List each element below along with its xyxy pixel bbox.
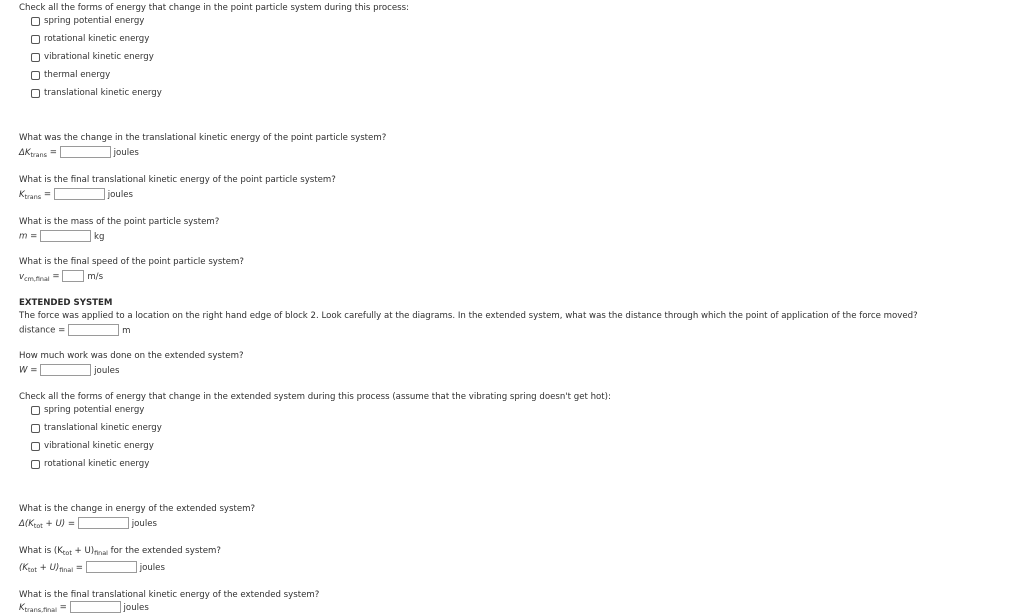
checkbox[interactable] xyxy=(31,441,40,451)
question-final-energy-extended: What is (Ktot + U)final for the extended… xyxy=(19,546,221,557)
unit-label: joules xyxy=(107,189,133,200)
checkbox[interactable] xyxy=(31,405,40,415)
unit-label: kg xyxy=(94,231,105,242)
vcm-input[interactable] xyxy=(62,270,85,282)
answer-row-vcm: vcm,final = m/s xyxy=(19,270,103,283)
answer-row-ktrans: Ktrans = joules xyxy=(19,188,133,201)
option-row[interactable]: translational kinetic energy xyxy=(31,423,162,433)
checkbox[interactable] xyxy=(31,459,40,469)
variable-label: m xyxy=(19,231,28,242)
final-energy-input[interactable] xyxy=(85,561,137,573)
option-label: translational kinetic energy xyxy=(44,423,162,433)
equals-sign: = xyxy=(59,602,67,613)
equals-sign: = xyxy=(52,271,60,282)
question-delta-energy-extended: What is the change in energy of the exte… xyxy=(19,504,256,514)
variable-label: (Ktot + U)final = xyxy=(19,562,83,574)
checkbox[interactable] xyxy=(31,423,40,433)
option-label: rotational kinetic energy xyxy=(44,34,150,44)
variable-label: ΔKtrans xyxy=(19,147,47,159)
delta-energy-input[interactable] xyxy=(77,517,129,529)
option-row[interactable]: thermal energy xyxy=(31,70,110,80)
option-row[interactable]: rotational kinetic energy xyxy=(31,34,149,44)
answer-row-final-energy: (Ktot + U)final = joules xyxy=(19,561,165,574)
work-input[interactable] xyxy=(40,364,92,376)
option-label: translational kinetic energy xyxy=(44,88,162,98)
unit-label: joules xyxy=(123,602,149,613)
checkbox[interactable] xyxy=(31,16,40,26)
answer-row-final-trans: Ktrans,final = joules xyxy=(19,601,149,614)
unit-label: m/s xyxy=(87,271,104,282)
answer-row-delta-ktrans: ΔKtrans = joules xyxy=(19,146,139,159)
option-label: spring potential energy xyxy=(44,16,145,26)
checkbox[interactable] xyxy=(31,34,40,44)
question-mass: What is the mass of the point particle s… xyxy=(19,217,220,227)
option-row[interactable]: translational kinetic energy xyxy=(31,88,162,98)
question-final-trans-extended: What is the final translational kinetic … xyxy=(19,590,320,600)
question-vcm: What is the final speed of the point par… xyxy=(19,257,244,267)
option-row[interactable]: spring potential energy xyxy=(31,405,144,415)
answer-row-work: W = joules xyxy=(19,364,119,376)
option-label: vibrational kinetic energy xyxy=(44,441,154,451)
question-ktrans: What is the final translational kinetic … xyxy=(19,175,336,185)
distance-input[interactable] xyxy=(68,324,120,336)
option-label: thermal energy xyxy=(44,70,111,80)
extended-intro-text: The force was applied to a location on t… xyxy=(19,311,918,321)
section-heading-extended: EXTENDED SYSTEM xyxy=(19,298,113,308)
final-trans-input[interactable] xyxy=(69,601,121,613)
variable-label: vcm,final xyxy=(19,271,50,283)
option-label: spring potential energy xyxy=(44,405,145,415)
question-energy-forms-extended: Check all the forms of energy that chang… xyxy=(19,392,611,402)
unit-label: joules xyxy=(94,365,120,376)
question-delta-ktrans: What was the change in the translational… xyxy=(19,133,387,143)
answer-row-distance: distance = m xyxy=(19,324,130,336)
equals-sign: = xyxy=(30,231,38,242)
option-row[interactable]: vibrational kinetic energy xyxy=(31,52,154,62)
option-row[interactable]: spring potential energy xyxy=(31,16,144,26)
option-row[interactable]: vibrational kinetic energy xyxy=(31,441,154,451)
checkbox[interactable] xyxy=(31,88,40,98)
option-label: rotational kinetic energy xyxy=(44,459,150,469)
unit-label: joules xyxy=(113,147,139,158)
question-work: How much work was done on the extended s… xyxy=(19,351,244,361)
equals-sign: = xyxy=(49,147,57,158)
variable-label: Ktrans xyxy=(19,189,42,201)
unit-label: joules xyxy=(139,562,165,573)
mass-input[interactable] xyxy=(40,230,92,242)
question-energy-forms-point: Check all the forms of energy that chang… xyxy=(19,3,410,13)
variable-label: W xyxy=(19,365,28,376)
ktrans-input[interactable] xyxy=(53,188,105,200)
checkbox[interactable] xyxy=(31,52,40,62)
variable-label: Δ(Ktot + U) = xyxy=(19,518,76,530)
variable-label: distance = xyxy=(19,325,66,336)
checkbox[interactable] xyxy=(31,70,40,80)
unit-label: m xyxy=(122,325,131,336)
unit-label: joules xyxy=(131,518,158,529)
option-label: vibrational kinetic energy xyxy=(44,52,154,62)
equals-sign: = xyxy=(43,189,52,200)
equals-sign: = xyxy=(30,365,38,376)
answer-row-delta-energy: Δ(Ktot + U) = joules xyxy=(19,517,157,530)
option-row[interactable]: rotational kinetic energy xyxy=(31,459,149,469)
variable-label: Ktrans,final xyxy=(19,602,57,614)
answer-row-mass: m = kg xyxy=(19,230,104,242)
delta-ktrans-input[interactable] xyxy=(59,146,111,158)
